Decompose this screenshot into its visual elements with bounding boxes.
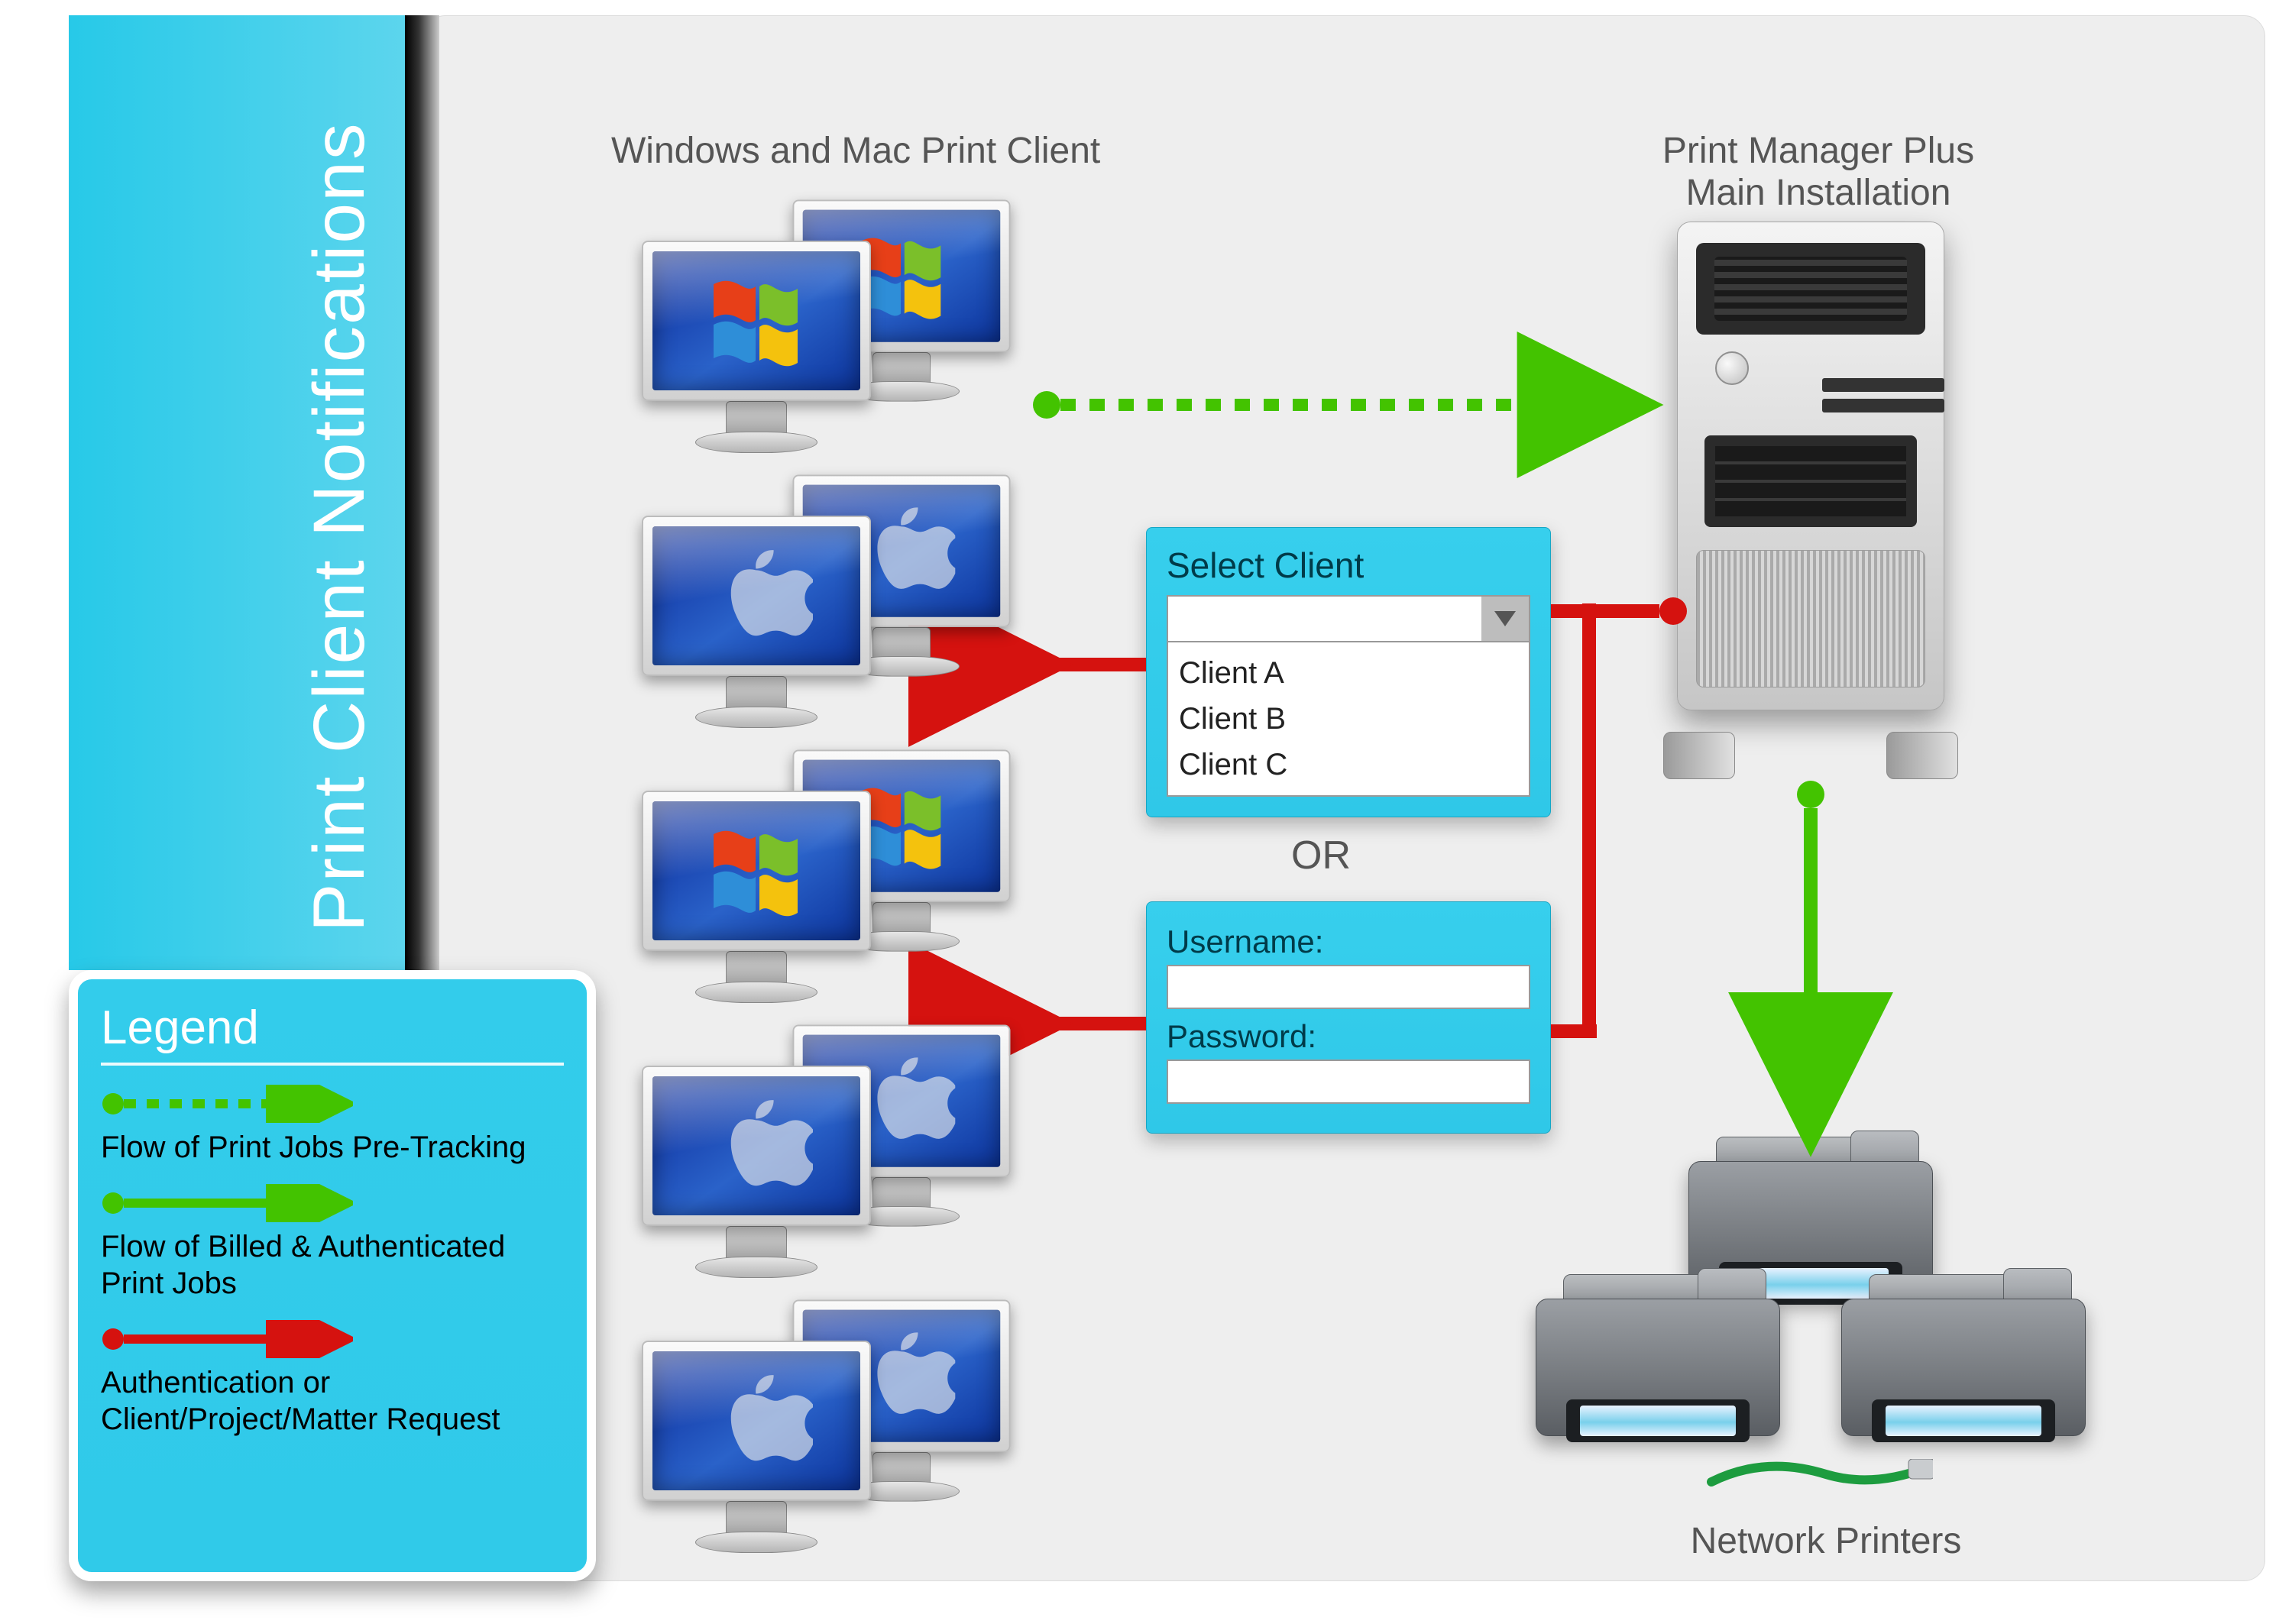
printers-cluster (1536, 1131, 2086, 1459)
monitor-icon (642, 1066, 871, 1264)
arrow-auth-to-ws-1-icon (1008, 642, 1154, 687)
legend-arrow-solid-green-icon (101, 1184, 353, 1222)
arrow-auth-top-right-icon (1551, 588, 1688, 634)
client-select[interactable] (1167, 595, 1530, 642)
select-client-heading: Select Client (1167, 545, 1530, 586)
arrow-pretracking-icon (1031, 382, 1643, 428)
server-label-line1: Print Manager Plus (1620, 130, 2017, 172)
client-options-list: Client A Client B Client C (1167, 642, 1530, 797)
monitor-icon (642, 241, 871, 439)
legend-title: Legend (101, 1001, 564, 1055)
sidebar-edge (405, 15, 439, 970)
workstation-pair (642, 1020, 1016, 1295)
chevron-down-icon[interactable] (1481, 597, 1529, 641)
legend-caption-1: Flow of Print Jobs Pre-Tracking (101, 1129, 564, 1166)
arrow-auth-vertical-icon (1574, 603, 1604, 1031)
sidebar-title: Print Client Notifications (298, 122, 381, 932)
diagram-stage: Print Client Notifications Legend Flow o… (0, 0, 2292, 1624)
legend-caption-3: Authentication or Client/Project/Matter … (101, 1364, 564, 1438)
workstation-pair (642, 745, 1016, 1020)
printer-icon (1841, 1268, 2086, 1459)
select-client-card: Select Client Client A Client B Client C (1146, 527, 1551, 817)
server-label: Print Manager Plus Main Installation (1620, 130, 2017, 214)
arrow-auth-bottom-right-icon (1551, 1016, 1604, 1047)
workstation-pair (642, 1295, 1016, 1570)
client-option[interactable]: Client A (1179, 650, 1518, 696)
server-icon (1646, 222, 1975, 772)
workstation-pair (642, 470, 1016, 745)
monitor-icon (642, 1341, 871, 1539)
server-label-line2: Main Installation (1620, 172, 2017, 214)
monitor-icon (642, 791, 871, 989)
legend-row-1: Flow of Print Jobs Pre-Tracking (101, 1085, 564, 1166)
legend-arrow-dotted-icon (101, 1085, 353, 1123)
monitor-icon (642, 516, 871, 714)
legend-caption-2: Flow of Billed & Authenticated Print Job… (101, 1228, 564, 1302)
password-field[interactable] (1167, 1059, 1530, 1104)
password-label: Password: (1167, 1018, 1530, 1055)
legend-card: Legend Flow of Print Jobs Pre-Tracking F… (69, 970, 596, 1581)
or-label: OR (1291, 833, 1351, 878)
username-field[interactable] (1167, 965, 1530, 1009)
workstations-column (642, 195, 1016, 1570)
client-option[interactable]: Client C (1179, 742, 1518, 788)
printers-label: Network Printers (1635, 1520, 2017, 1562)
sidebar-tab: Print Client Notifications (69, 15, 405, 970)
workstations-label: Windows and Mac Print Client (611, 130, 1161, 172)
login-card: Username: Password: (1146, 901, 1551, 1134)
legend-arrow-solid-red-icon (101, 1320, 353, 1358)
legend-row-2: Flow of Billed & Authenticated Print Job… (101, 1184, 564, 1302)
arrow-auth-to-ws-2-icon (1008, 1001, 1154, 1047)
client-option[interactable]: Client B (1179, 696, 1518, 742)
legend-divider (101, 1063, 564, 1066)
username-label: Username: (1167, 924, 1530, 960)
legend-row-3: Authentication or Client/Project/Matter … (101, 1320, 564, 1438)
cable-icon (1704, 1459, 1933, 1490)
arrow-billed-icon (1780, 779, 1841, 1131)
workstation-pair (642, 195, 1016, 470)
printer-icon (1536, 1268, 1780, 1459)
